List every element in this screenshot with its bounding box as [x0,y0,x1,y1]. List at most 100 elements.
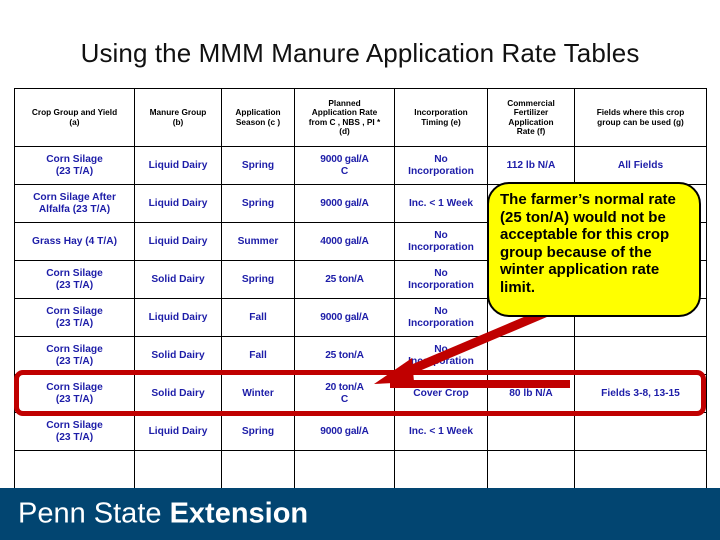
cell-crop-group: Corn Silage (23 T/A) [14,374,135,413]
cell-planned-application-rate: 9000 gal/A [294,184,395,223]
cell-line: (23 T/A) [55,317,94,329]
cell-application-season: Spring [221,412,295,451]
cell-line: Solid Dairy [151,273,205,285]
cell-line: Corn Silage [46,268,103,280]
cell-commercial-fertilizer-rate: 112 lb N/A [487,146,575,185]
cell-planned-application-rate: 25 ton/A [294,336,395,375]
header-line: Timing (e) [421,116,461,127]
cell-line: Liquid Dairy [148,159,208,171]
table-header-row: Crop Group and Yield (a) Manure Group (b… [14,88,707,147]
header-line: group can be used (g) [597,116,684,127]
cell-planned-application-rate: 25 ton/A [294,260,395,299]
cell-fields: All Fields [574,146,707,185]
cell-line: Inc. < 1 Week [408,425,474,437]
cell-crop-group: Corn Silage (23 T/A) [14,298,135,337]
cell-line: 25 ton/A [325,349,364,361]
cell-application-season: Winter [221,374,295,413]
cell-commercial-fertilizer-rate: 80 lb N/A [487,374,575,413]
cell-line: Solid Dairy [151,349,205,361]
cell-line: No [434,230,448,242]
cell-commercial-fertilizer-rate [487,412,575,451]
column-header-application-season: Application Season (c ) [221,88,295,147]
cell-line: C [340,165,349,177]
cell-fields [574,412,707,451]
cell-line: Solid Dairy [151,387,205,399]
cell-incorporation-timing: No Incorporation [394,336,488,375]
cell-crop-group: Corn Silage (23 T/A) [14,412,135,451]
table-row: Corn Silage (23 T/A) Liquid Dairy Spring 900… [14,146,707,185]
cell-fields [574,450,707,489]
column-header-fields: Fields where this crop group can be used… [574,88,707,147]
column-header-crop-group: Crop Group and Yield (a) [14,88,135,147]
cell-incorporation-timing: No Incorporation [394,298,488,337]
cell-planned-application-rate: 4000 gal/A [294,222,395,261]
cell-line: 112 lb N/A [506,159,556,171]
cell-incorporation-timing: Cover Crop [394,374,488,413]
cell-line: Corn Silage [46,306,103,318]
header-line: Rate (f) [516,125,546,136]
cell-line: (23 T/A) [55,393,94,405]
column-header-incorporation-timing: Incorporation Timing (e) [394,88,488,147]
cell-application-season: Spring [221,260,295,299]
cell-crop-group: Grass Hay (4 T/A) [14,222,135,261]
page-title: Using the MMM Manure Application Rate Ta… [80,38,640,68]
header-line: (b) [172,116,184,127]
cell-crop-group: Corn Silage After Alfalfa (23 T/A) [14,184,135,223]
header-line: Season (c ) [235,116,281,127]
cell-line: 4000 gal/A [320,235,369,247]
cell-planned-application-rate: 9000 gal/A C [294,146,395,185]
penn-state-extension-logo: Penn State Extension [18,498,308,531]
brand-light-text: Penn State [18,497,162,530]
cell-line: Corn Silage After [33,192,116,204]
cell-line: Incorporation [408,165,474,177]
cell-line: 25 ton/A [325,273,364,285]
cell-planned-application-rate [294,450,395,489]
header-line: (a) [69,116,80,127]
cell-line: Fields 3-8, 13-15 [601,387,680,399]
cell-incorporation-timing: Inc. < 1 Week [394,184,488,223]
cell-crop-group: Corn Silage (23 T/A) [14,260,135,299]
cell-fields [574,336,707,375]
cell-manure-group [134,450,222,489]
cell-line: Incorporation [408,355,474,367]
cell-manure-group: Solid Dairy [134,260,222,299]
cell-manure-group: Solid Dairy [134,336,222,375]
cell-application-season [221,450,295,489]
cell-line: Corn Silage [46,154,103,166]
header-line: (d) [339,125,350,136]
cell-manure-group: Solid Dairy [134,374,222,413]
cell-line: (23 T/A) [55,165,94,177]
cell-line: Grass Hay (4 T/A) [32,235,117,247]
cell-line: (23 T/A) [55,431,94,443]
cell-line: Corn Silage [46,420,103,432]
cell-planned-application-rate: 20 ton/A C [294,374,395,413]
callout-bubble: The farmer’s normal rate (25 ton/A) woul… [487,182,701,317]
cell-line: No [434,344,448,356]
cell-planned-application-rate: 9000 gal/A [294,298,395,337]
cell-line: Spring [241,425,275,437]
column-header-manure-group: Manure Group (b) [134,88,222,147]
brand-bold-text: Extension [169,497,309,530]
cell-line: Spring [241,197,275,209]
cell-line: 9000 gal/A [320,197,369,209]
cell-line: C [340,393,349,405]
cell-line: No [434,154,448,166]
cell-line: (23 T/A) [55,355,94,367]
column-header-commercial-fertilizer-rate: Commercial Fertilizer Application Rate (… [487,88,575,147]
cell-incorporation-timing: No Incorporation [394,146,488,185]
cell-application-season: Fall [221,298,295,337]
cell-line: Corn Silage [46,382,103,394]
cell-fields: Fields 3-8, 13-15 [574,374,707,413]
cell-line: 20 ton/A [325,382,364,394]
cell-manure-group: Liquid Dairy [134,222,222,261]
cell-manure-group: Liquid Dairy [134,298,222,337]
cell-incorporation-timing [394,450,488,489]
cell-line: 80 lb N/A [509,387,553,399]
cell-manure-group: Liquid Dairy [134,146,222,185]
cell-line: Incorporation [408,317,474,329]
cell-incorporation-timing: Inc. < 1 Week [394,412,488,451]
cell-application-season: Spring [221,146,295,185]
cell-incorporation-timing: No Incorporation [394,222,488,261]
cell-line: Alfalfa (23 T/A) [38,203,111,215]
table-row [14,450,707,489]
